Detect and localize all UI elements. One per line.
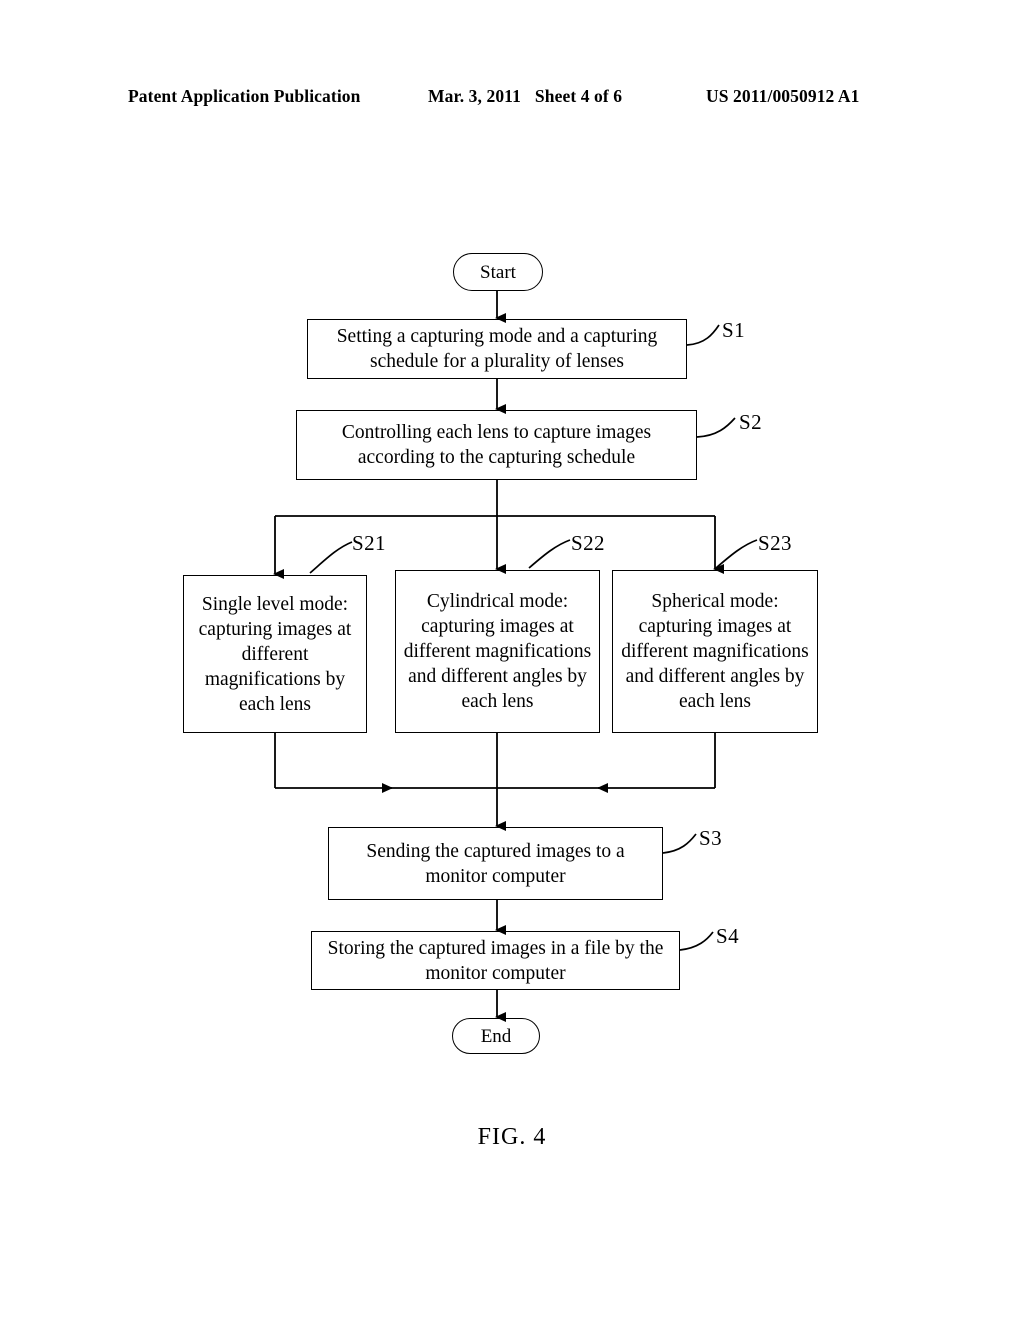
step-ref-s2: S2 xyxy=(739,410,762,434)
leader-s21 xyxy=(309,541,353,574)
flow-node-s1-label: Setting a capturing mode and a capturing… xyxy=(336,326,658,372)
flow-node-end-label: End xyxy=(480,1025,512,1047)
flow-node-s23-label: Spherical mode: capturing images at diff… xyxy=(621,591,809,712)
flow-node-s1: Setting a capturing mode and a capturing… xyxy=(307,319,687,379)
leader-s22 xyxy=(528,539,571,569)
flow-node-end: End xyxy=(452,1018,540,1054)
flow-node-s2: Controlling each lens to capture images … xyxy=(296,410,697,480)
figure-caption: FIG. 4 xyxy=(477,1124,547,1150)
step-ref-s3: S3 xyxy=(699,826,722,850)
step-ref-s21: S21 xyxy=(352,531,386,555)
flow-node-s2-label: Controlling each lens to capture images … xyxy=(341,422,652,468)
flow-node-s23: Spherical mode: capturing images at diff… xyxy=(612,570,818,733)
flow-node-start: Start xyxy=(453,253,543,291)
flow-node-s3: Sending the captured images to a monitor… xyxy=(328,827,663,900)
leader-s2 xyxy=(696,417,736,438)
step-ref-s23: S23 xyxy=(758,531,792,555)
flow-node-s3-label: Sending the captured images to a monitor… xyxy=(366,840,625,887)
step-ref-s1: S1 xyxy=(722,318,745,342)
flow-node-s4: Storing the captured images in a file by… xyxy=(311,931,680,990)
step-ref-s22: S22 xyxy=(571,531,605,555)
flow-node-start-label: Start xyxy=(480,261,516,283)
flow-node-s4-label: Storing the captured images in a file by… xyxy=(327,937,664,984)
flowchart-figure: Start Setting a capturing mode and a cap… xyxy=(0,0,1024,1320)
flow-node-s21: Single level mode: capturing images at d… xyxy=(183,575,367,733)
leader-s3 xyxy=(662,833,697,854)
flow-node-s21-label: Single level mode: capturing images at d… xyxy=(198,593,352,715)
step-ref-s4: S4 xyxy=(716,924,739,948)
flow-node-s22-label: Cylindrical mode: capturing images at di… xyxy=(403,591,592,712)
leader-s1 xyxy=(686,324,720,346)
leader-s4 xyxy=(679,931,714,951)
flow-node-s22: Cylindrical mode: capturing images at di… xyxy=(395,570,600,733)
leader-s23 xyxy=(715,539,758,569)
